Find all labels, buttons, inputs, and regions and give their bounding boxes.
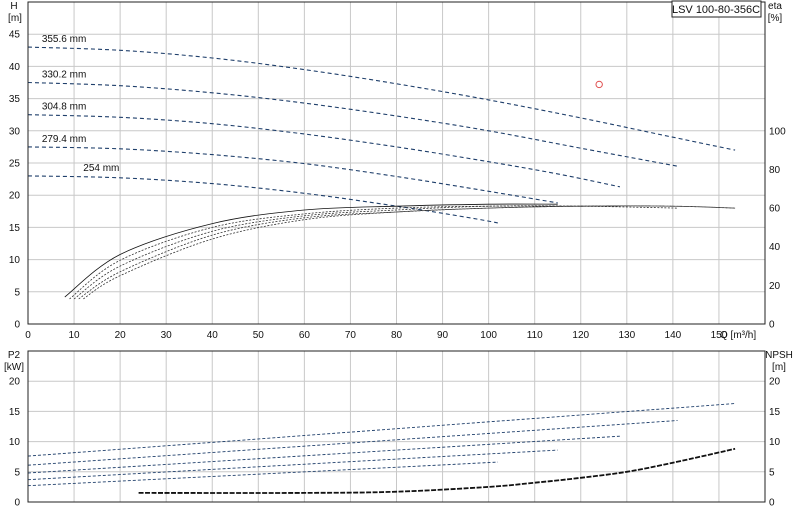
top-y2-axis-title-line2: [%] — [768, 13, 783, 24]
bottom-y-axis-title-line2: [kW] — [4, 362, 24, 373]
x-tick-label: 140 — [665, 330, 682, 341]
bottom-y2-axis-title-line2: [m] — [772, 362, 786, 373]
npsh-curve — [138, 447, 736, 494]
top-y2-axis-title-line1: eta — [768, 1, 782, 12]
top-y-axis-title-line2: [m] — [8, 13, 22, 24]
bottom-y2-tick-label: 0 — [769, 498, 775, 509]
top-y-tick-label: 25 — [9, 159, 21, 170]
top-y2-tick-label: 20 — [769, 281, 781, 292]
head-curve-label: 279.4 mm — [42, 134, 86, 145]
head-curve-304-8-mm — [27, 114, 621, 188]
efficiency-curve — [64, 203, 558, 298]
duty-point-marker — [595, 80, 603, 89]
top-y2-tick-label: 100 — [769, 126, 786, 137]
x-tick-label: 90 — [437, 330, 449, 341]
x-tick-label: 130 — [618, 330, 635, 341]
bottom-y2-tick-label: 15 — [769, 407, 781, 418]
bottom-y-tick-label: 0 — [14, 498, 20, 509]
head-curve-label: 330.2 mm — [42, 70, 86, 81]
model-label: LSV 100-80-356C — [672, 4, 760, 16]
bottom-y-tick-label: 20 — [9, 377, 21, 388]
x-tick-label: 30 — [161, 330, 173, 341]
curve-layer — [27, 46, 736, 494]
bottom-y-tick-label: 15 — [9, 407, 21, 418]
x-tick-label: 0 — [25, 330, 31, 341]
head-curve-label: 355.6 mm — [42, 34, 86, 45]
head-curve-label: 254 mm — [83, 163, 119, 174]
bottom-y-tick-label: 5 — [14, 467, 20, 478]
x-tick-label: 100 — [480, 330, 497, 341]
top-y-axis-title-line1: H — [10, 1, 17, 12]
top-y-tick-label: 5 — [14, 287, 20, 298]
x-tick-label: 40 — [207, 330, 219, 341]
top-y2-tick-label: 80 — [769, 165, 781, 176]
head-curve-254-mm — [27, 175, 498, 224]
bottom-y2-tick-label: 5 — [769, 467, 775, 478]
bottom-y2-tick-label: 10 — [769, 437, 781, 448]
x-tick-label: 80 — [391, 330, 403, 341]
top-y-tick-label: 10 — [9, 255, 21, 266]
top-y-tick-label: 0 — [14, 320, 20, 331]
power-curve — [27, 420, 678, 466]
label-layer: 0 10 20 30 40 50 60 70 80 90 100 110 120 130 140 150051… — [9, 30, 786, 509]
top-y-tick-label: 30 — [9, 126, 21, 137]
pump-performance-chart: 0 10 20 30 40 50 60 70 80 90 100 110 120 130 140 150051… — [4, 0, 793, 509]
bottom-y-axis-title-line1: P2 — [8, 350, 21, 361]
bottom-y-tick-label: 10 — [9, 437, 21, 448]
top-y-tick-label: 35 — [9, 94, 21, 105]
x-tick-label: 10 — [69, 330, 81, 341]
efficiency-curve — [83, 205, 736, 300]
x-tick-label: 20 — [115, 330, 127, 341]
top-y-tick-label: 20 — [9, 191, 21, 202]
head-curve-label: 304.8 mm — [42, 102, 86, 113]
head-curve-279-4-mm — [27, 146, 558, 204]
x-axis-title: Q [m³/h] — [720, 330, 756, 341]
x-tick-label: 70 — [345, 330, 357, 341]
head-curve-330-2-mm — [27, 81, 678, 167]
power-curve — [27, 449, 558, 481]
top-y-tick-label: 40 — [9, 62, 21, 73]
top-y2-tick-label: 60 — [769, 204, 781, 215]
x-tick-label: 120 — [572, 330, 589, 341]
top-y2-tick-label: 40 — [769, 242, 781, 253]
x-tick-label: 50 — [253, 330, 265, 341]
power-curve — [27, 461, 498, 487]
efficiency-curve — [78, 205, 736, 300]
top-y-tick-label: 45 — [9, 30, 21, 41]
bottom-y2-axis-title-line1: NPSH — [765, 350, 793, 361]
top-y-tick-label: 15 — [9, 223, 21, 234]
top-y2-tick-label: 0 — [769, 320, 775, 331]
x-tick-label: 110 — [527, 330, 543, 341]
x-tick-label: 60 — [299, 330, 311, 341]
bottom-y2-tick-label: 20 — [769, 377, 781, 388]
